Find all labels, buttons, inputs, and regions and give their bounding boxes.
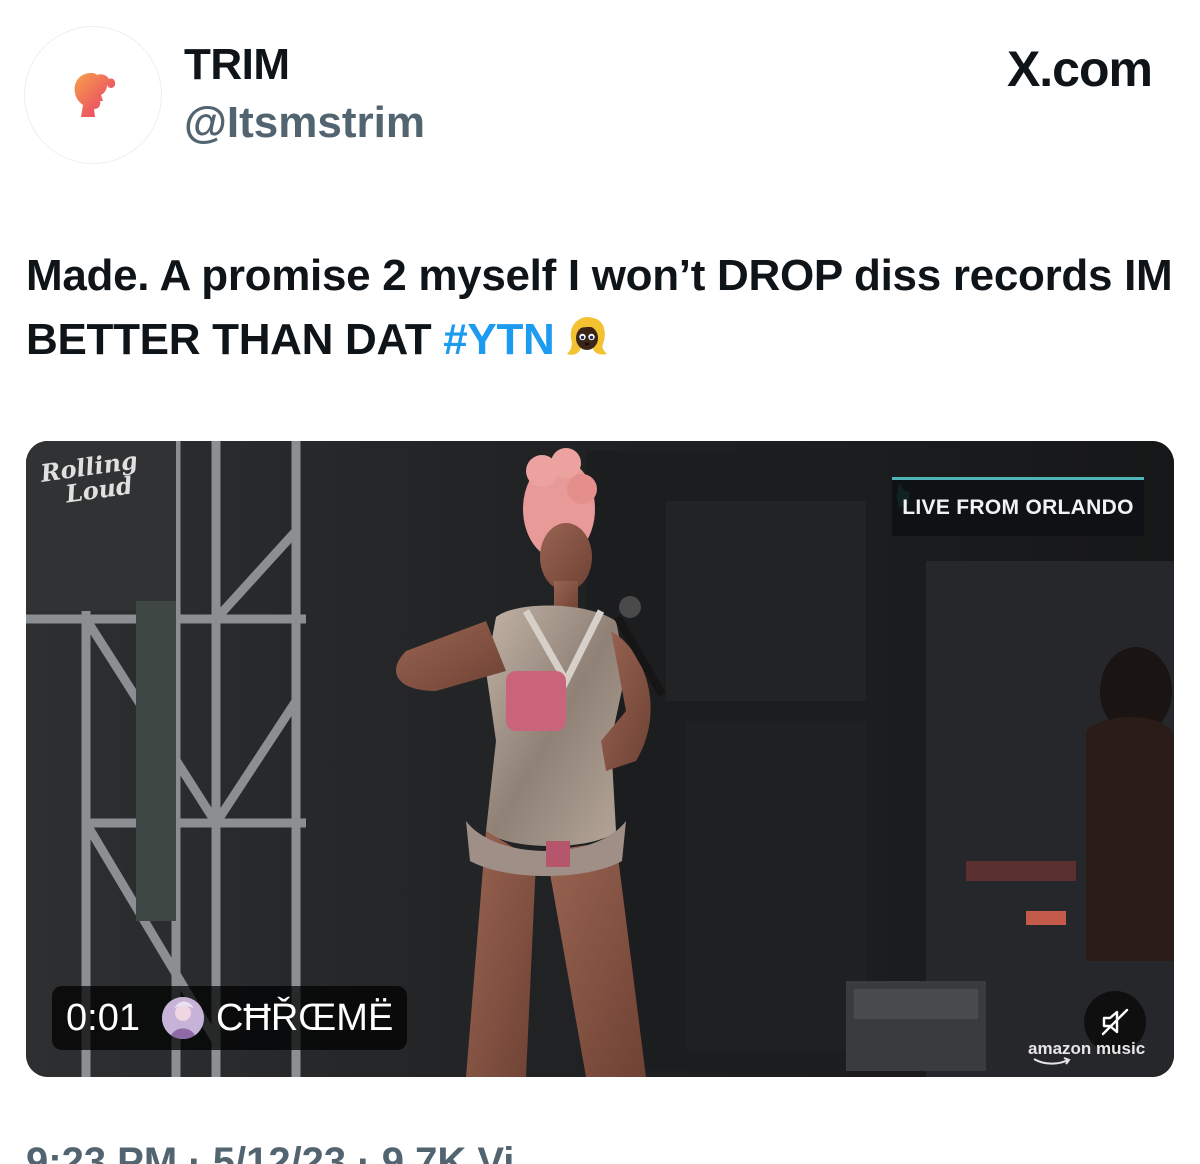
video-frame — [26, 441, 1174, 1077]
amazon-music-logo: amazon music — [1028, 1039, 1146, 1065]
source-avatar-icon — [161, 997, 204, 1039]
source-name: CĦŘŒMЁ — [215, 996, 394, 1039]
barbie-head-icon — [74, 73, 116, 117]
blonde-woman-emoji-icon — [563, 312, 611, 378]
video-player[interactable]: Rolling Loud LIVE FROM ORLANDO 0:01 CĦŘŒ… — [26, 441, 1174, 1077]
site-label: X.com — [1006, 41, 1153, 97]
hashtag-link[interactable]: #YTN — [443, 315, 555, 364]
user-handle[interactable]: @Itsmstrim — [184, 98, 425, 148]
volume-muted-icon — [1101, 1008, 1129, 1036]
tweet-screenshot: TRIM @Itsmstrim X.com Made. A promise 2 … — [0, 0, 1200, 1164]
video-info-pill[interactable]: 0:01 CĦŘŒMЁ — [52, 986, 408, 1050]
profile-avatar[interactable] — [24, 26, 162, 164]
display-name[interactable]: TRIM — [184, 40, 290, 90]
live-banner: LIVE FROM ORLANDO — [892, 477, 1144, 536]
amazon-music-text: amazon music — [1028, 1039, 1146, 1058]
source-avatar — [161, 997, 204, 1039]
amazon-smile-icon — [1033, 1057, 1071, 1065]
tweet-metadata: 9:23 PM · 5/12/23 · 9.7K Vi — [26, 1140, 515, 1164]
tweet-text: Made. A promise 2 myself I won’t DROP di… — [26, 244, 1176, 378]
video-duration: 0:01 — [66, 996, 140, 1039]
